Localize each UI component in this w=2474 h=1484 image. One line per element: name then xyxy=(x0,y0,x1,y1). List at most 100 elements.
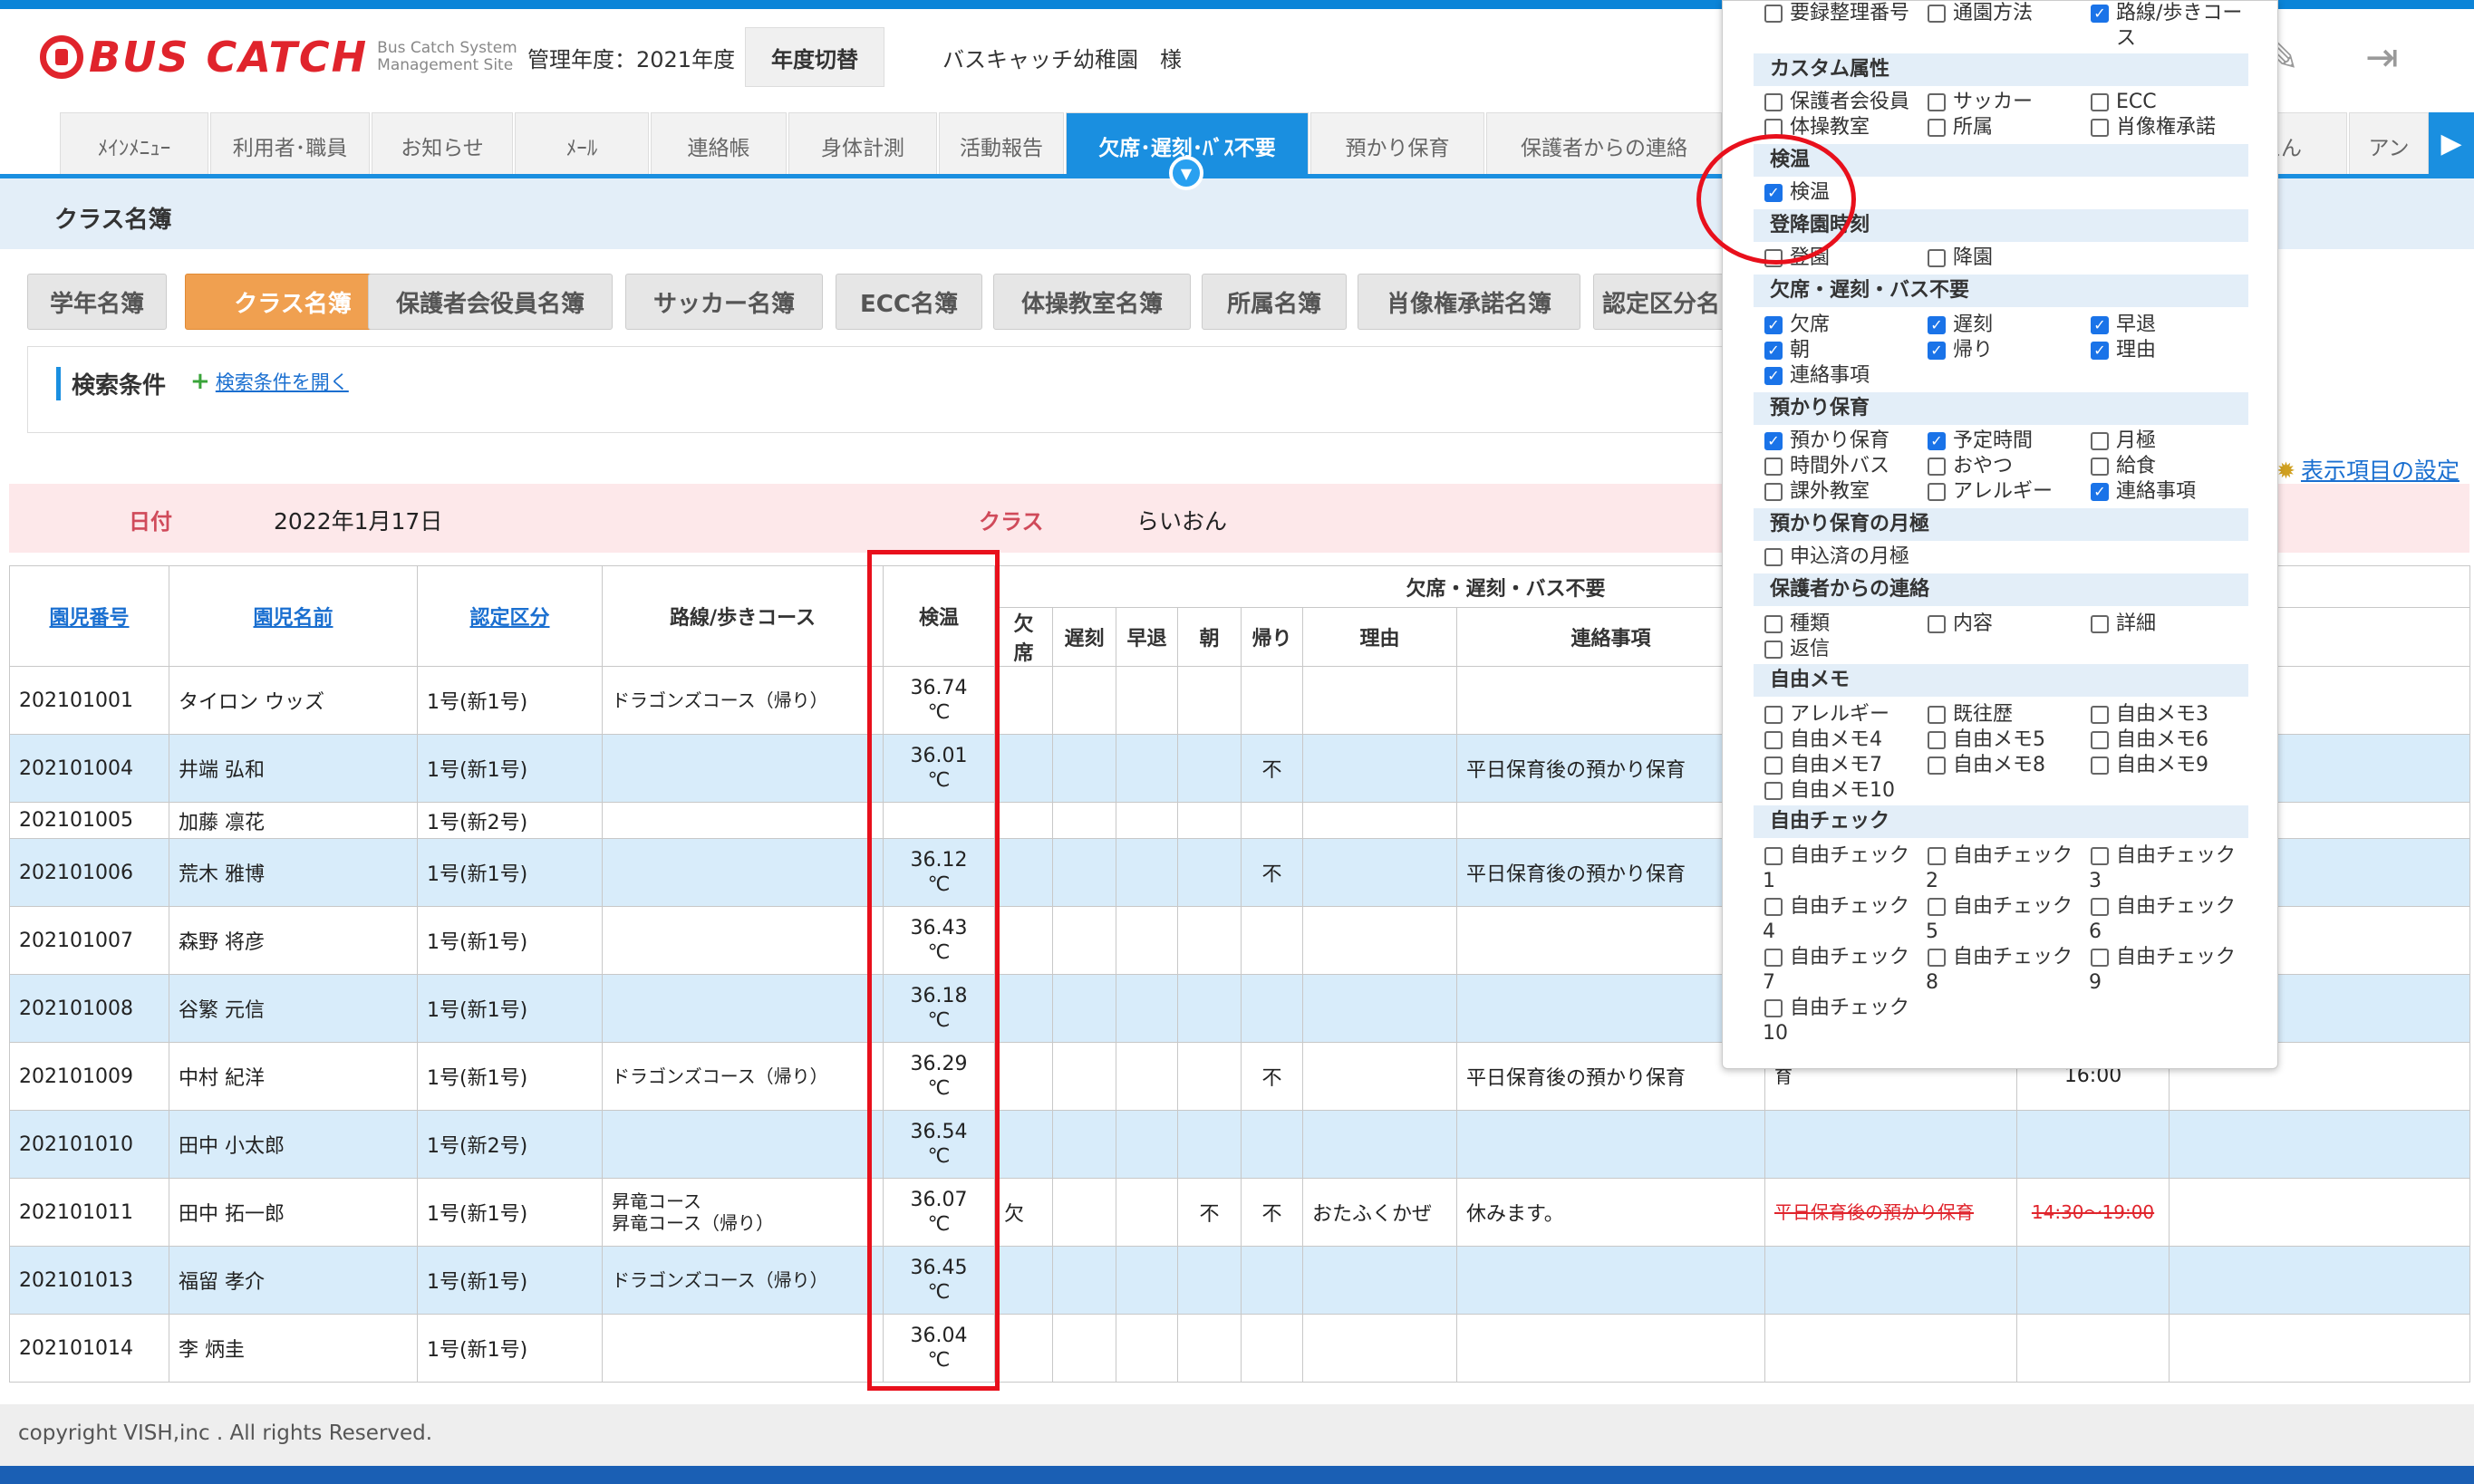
subtab-soccer[interactable]: サッカー名簿 xyxy=(625,274,823,330)
tab-users-staff[interactable]: 利用者･職員 xyxy=(210,112,370,178)
checkbox-checked-icon[interactable]: ✓ xyxy=(2091,316,2109,334)
header-child-name[interactable]: 園児名前 xyxy=(169,565,418,667)
checkbox-icon[interactable] xyxy=(2091,432,2109,450)
checkbox-checked-icon[interactable]: ✓ xyxy=(1764,367,1783,385)
checkbox-free-check[interactable]: 自由チェック 1 xyxy=(1763,843,1926,894)
header-child-id[interactable]: 園児番号 xyxy=(9,565,169,667)
checkbox-icon[interactable] xyxy=(1928,119,1946,137)
logout-icon[interactable]: ⇥ xyxy=(2365,34,2399,81)
checkbox-basic[interactable]: 通園方法 xyxy=(1928,1,2089,26)
checkbox-custom[interactable]: ECC xyxy=(2091,90,2252,115)
checkbox-icon[interactable] xyxy=(1764,458,1783,476)
checkbox-memo[interactable]: 自由メモ3 xyxy=(2091,702,2252,728)
checkbox-icon[interactable] xyxy=(1928,249,1946,267)
checkbox-basic[interactable]: ✓ 路線/歩きコース xyxy=(2091,1,2252,52)
checkbox-icon[interactable] xyxy=(1764,782,1783,800)
checkbox-checked-icon[interactable]: ✓ xyxy=(1764,316,1783,334)
checkbox-icon[interactable] xyxy=(2091,615,2109,633)
checkbox-care[interactable]: ✓ 連絡事項 xyxy=(2091,479,2252,505)
checkbox-icon[interactable] xyxy=(1764,898,1783,916)
checkbox-checked-icon[interactable]: ✓ xyxy=(1928,432,1946,450)
checkbox-care[interactable]: ✓ 預かり保育 xyxy=(1764,429,1926,454)
tab-survey[interactable]: アン xyxy=(2349,112,2429,178)
checkbox-icon[interactable] xyxy=(2091,898,2109,916)
checkbox-free-check[interactable]: 自由チェック 9 xyxy=(2089,945,2252,996)
checkbox-icon[interactable] xyxy=(1764,483,1783,501)
checkbox-free-check[interactable]: 自由チェック 5 xyxy=(1926,894,2089,945)
subtab-gym-class[interactable]: 体操教室名簿 xyxy=(993,274,1191,330)
tab-notices[interactable]: お知らせ xyxy=(372,112,513,178)
checkbox-absence[interactable]: ✓ 欠席 xyxy=(1764,313,1926,338)
checkbox-parent[interactable]: 内容 xyxy=(1928,612,2089,637)
checkbox-care[interactable]: 時間外バス xyxy=(1764,454,1926,479)
checkbox-icon[interactable] xyxy=(1928,93,1946,111)
checkbox-care[interactable]: 課外教室 xyxy=(1764,479,1926,505)
checkbox-absence[interactable]: ✓ 理由 xyxy=(2091,338,2252,363)
tab-activity-report[interactable]: 活動報告 xyxy=(939,112,1064,178)
subtab-ecc[interactable]: ECC名簿 xyxy=(836,274,982,330)
checkbox-memo[interactable]: 自由メモ9 xyxy=(2091,753,2252,778)
checkbox-icon[interactable] xyxy=(1928,756,1946,775)
checkbox-icon[interactable] xyxy=(1928,5,1946,23)
checkbox-icon[interactable] xyxy=(1764,5,1783,23)
checkbox-custom[interactable]: 所属 xyxy=(1928,115,2089,140)
tab-body-measurement[interactable]: 身体計測 xyxy=(788,112,937,178)
checkbox-absence[interactable]: ✓ 帰り xyxy=(1928,338,2089,363)
checkbox-icon[interactable] xyxy=(1928,458,1946,476)
checkbox-checked-icon[interactable]: ✓ xyxy=(1928,316,1946,334)
checkbox-care[interactable]: ✓ 予定時間 xyxy=(1928,429,2089,454)
checkbox-absence[interactable]: ✓ 早退 xyxy=(2091,313,2252,338)
checkbox-memo[interactable]: 自由メモ4 xyxy=(1764,728,1926,753)
checkbox-memo[interactable]: 自由メモ8 xyxy=(1928,753,2089,778)
table-row[interactable]: 202101014 李 炳圭 1号(新1号) 36.04 ℃ xyxy=(9,1314,2471,1383)
checkbox-icon[interactable] xyxy=(1764,615,1783,633)
year-switch-button[interactable]: 年度切替 xyxy=(745,27,884,87)
checkbox-checked-icon[interactable]: ✓ xyxy=(1928,342,1946,360)
checkbox-checked-icon[interactable]: ✓ xyxy=(2091,5,2109,23)
checkbox-memo[interactable]: 既往歴 xyxy=(1928,702,2089,728)
checkbox-arrival[interactable]: 降園 xyxy=(1928,246,2089,271)
checkbox-icon[interactable] xyxy=(2091,756,2109,775)
checkbox-care[interactable]: おやつ xyxy=(1928,454,2089,479)
checkbox-checked-icon[interactable]: ✓ xyxy=(1764,342,1783,360)
checkbox-icon[interactable] xyxy=(1928,949,1946,967)
checkbox-care-monthly[interactable]: 申込済の月極 xyxy=(1764,544,1926,570)
checkbox-free-check[interactable]: 自由チェック 10 xyxy=(1763,996,1926,1046)
subtab-grade-list[interactable]: 学年名簿 xyxy=(27,274,167,330)
tab-mail[interactable]: ﾒｰﾙ xyxy=(515,112,649,178)
checkbox-icon[interactable] xyxy=(1764,949,1783,967)
checkbox-icon[interactable] xyxy=(1928,706,1946,724)
checkbox-memo[interactable]: 自由メモ6 xyxy=(2091,728,2252,753)
checkbox-icon[interactable] xyxy=(2091,847,2109,865)
checkbox-icon[interactable] xyxy=(1764,999,1783,1017)
checkbox-icon[interactable] xyxy=(1764,548,1783,566)
checkbox-custom[interactable]: 保護者会役員 xyxy=(1764,90,1926,115)
checkbox-icon[interactable] xyxy=(1764,93,1783,111)
checkbox-checked-icon[interactable]: ✓ xyxy=(2091,483,2109,501)
checkbox-icon[interactable] xyxy=(2091,949,2109,967)
checkbox-custom[interactable]: 肖像権承諾 xyxy=(2091,115,2252,140)
checkbox-icon[interactable] xyxy=(2091,119,2109,137)
checkbox-absence[interactable]: ✓ 朝 xyxy=(1764,338,1926,363)
open-search-link[interactable]: + 検索条件を開く xyxy=(190,368,349,395)
checkbox-icon[interactable] xyxy=(1928,898,1946,916)
logo[interactable]: BUS CATCH Bus Catch System Management Si… xyxy=(40,33,531,82)
checkbox-absence[interactable]: ✓ 連絡事項 xyxy=(1764,363,1926,389)
subtab-parent-officers[interactable]: 保護者会役員名簿 xyxy=(368,274,613,330)
checkbox-icon[interactable] xyxy=(1764,731,1783,749)
checkbox-care[interactable]: アレルギー xyxy=(1928,479,2089,505)
subtab-certification[interactable]: 認定区分名 xyxy=(1593,274,1729,330)
checkbox-icon[interactable] xyxy=(1764,847,1783,865)
checkbox-parent[interactable]: 種類 xyxy=(1764,612,1926,637)
checkbox-memo[interactable]: 自由メモ5 xyxy=(1928,728,2089,753)
checkbox-memo[interactable]: 自由メモ7 xyxy=(1764,753,1926,778)
table-row[interactable]: 202101010 田中 小太郎 1号(新2号) 36.54 ℃ xyxy=(9,1110,2471,1179)
checkbox-icon[interactable] xyxy=(2091,706,2109,724)
checkbox-care[interactable]: 給食 xyxy=(2091,454,2252,479)
tab-scroll-right-icon[interactable]: ▶ xyxy=(2429,112,2474,174)
table-row[interactable]: 202101011 田中 拓一郎 1号(新1号) 昇竜コース 昇竜コース（帰り） 36.0… xyxy=(9,1178,2471,1247)
checkbox-icon[interactable] xyxy=(1764,641,1783,659)
checkbox-icon[interactable] xyxy=(2091,731,2109,749)
display-settings-link[interactable]: ✹ 表示項目の設定 xyxy=(2276,453,2460,486)
checkbox-icon[interactable] xyxy=(1928,847,1946,865)
